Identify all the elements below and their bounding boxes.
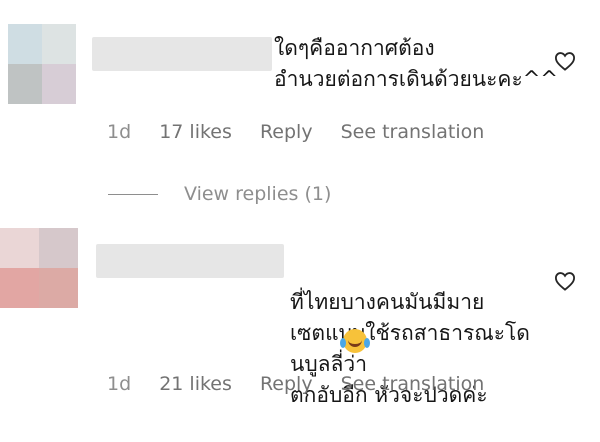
- comment-text: ใดๆคืออากาศต้อง อำนวยต่อการเดินด้วยนะคะ^…: [274, 36, 558, 91]
- see-translation-button[interactable]: See translation: [341, 373, 485, 395]
- face-with-tears-of-joy-icon: [340, 329, 367, 353]
- comment-meta: 1d 17 likes Reply See translation: [107, 121, 506, 143]
- avatar[interactable]: [0, 228, 78, 308]
- comment-text: ที่ไทยบางคนมันมีมาย เซตแบบใช้รถสาธารณะโด…: [104, 256, 544, 442]
- view-replies-button[interactable]: View replies (1): [108, 183, 331, 205]
- comment-time: 1d: [107, 121, 132, 143]
- reply-button[interactable]: Reply: [260, 373, 313, 395]
- avatar-pixel: [0, 228, 39, 268]
- avatar-pixel: [8, 64, 42, 104]
- likes-count[interactable]: 17 likes: [159, 121, 232, 143]
- heart-outline-icon[interactable]: [554, 51, 576, 71]
- see-translation-button[interactable]: See translation: [341, 121, 485, 143]
- heart-outline-icon[interactable]: [554, 271, 576, 291]
- reply-button[interactable]: Reply: [260, 121, 313, 143]
- divider: [108, 193, 158, 195]
- avatar-pixel: [42, 64, 76, 104]
- likes-count[interactable]: 21 likes: [159, 373, 232, 395]
- avatar-pixel: [39, 268, 78, 308]
- avatar-pixel: [39, 228, 78, 268]
- comment-time: 1d: [107, 373, 132, 395]
- avatar-pixel: [42, 24, 76, 64]
- avatar-pixel: [8, 24, 42, 64]
- avatar[interactable]: [8, 24, 76, 104]
- avatar-pixel: [0, 268, 39, 308]
- comment-meta: 1d 21 likes Reply See translation: [107, 373, 506, 395]
- view-replies-label: View replies (1): [184, 183, 332, 205]
